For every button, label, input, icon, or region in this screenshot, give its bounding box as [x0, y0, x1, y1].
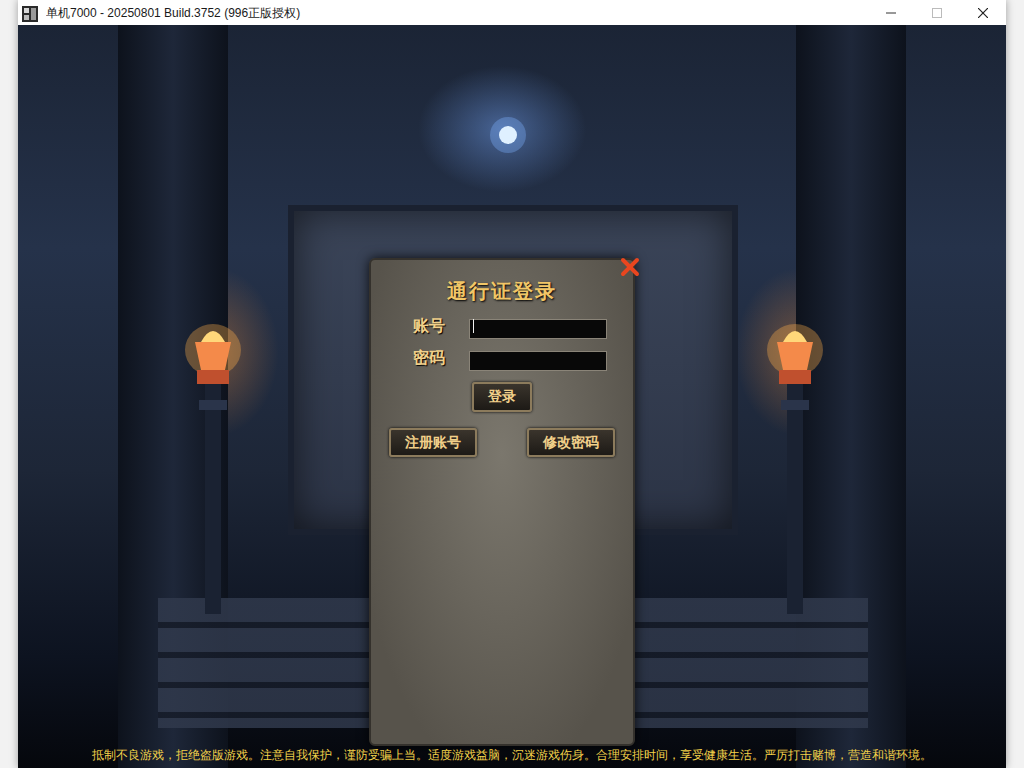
field-box [469, 348, 607, 368]
game-scene: 通行证登录账号密码登录注册账号 修改密码抵制不良游戏，拒绝盗版游戏。注意自我保护，… [18, 25, 1006, 768]
change-password-button[interactable]: 修改密码 [527, 428, 615, 458]
app-icon [22, 5, 38, 21]
text-caret [473, 319, 474, 333]
field-row: 密码 [389, 346, 607, 370]
login-dialog: 通行证登录账号密码登录注册账号 修改密码 [369, 258, 635, 746]
button-row: 注册账号 修改密码 [389, 428, 615, 458]
close-icon[interactable] [960, 0, 1006, 25]
right-torch-icon [765, 320, 825, 620]
field-label: 账号 [413, 314, 461, 338]
dialog-title: 通行证登录 [447, 276, 557, 306]
field-box [469, 316, 607, 336]
window-title: 单机7000 - 20250801 Build.3752 (996正版授权) [46, 4, 868, 22]
account-input[interactable] [469, 319, 607, 339]
password-input[interactable] [469, 351, 607, 371]
title-bar: 单机7000 - 20250801 Build.3752 (996正版授权) [18, 0, 1006, 25]
left-torch-icon [183, 320, 243, 620]
register-button[interactable]: 注册账号 [389, 428, 477, 458]
notice-text: 抵制不良游戏，拒绝盗版游戏。注意自我保护，谨防受骗上当。适度游戏益脑，沉迷游戏伤… [18, 746, 1006, 768]
minimize-icon[interactable] [868, 0, 914, 25]
maximize-icon[interactable] [914, 0, 960, 25]
field-row: 账号 [389, 314, 607, 338]
close-icon[interactable] [619, 254, 641, 276]
blue-light-icon [488, 115, 528, 155]
field-label: 密码 [413, 346, 461, 370]
login-button[interactable]: 登录 [472, 382, 532, 412]
game-window: 单机7000 - 20250801 Build.3752 (996正版授权) 通行… [18, 0, 1006, 768]
